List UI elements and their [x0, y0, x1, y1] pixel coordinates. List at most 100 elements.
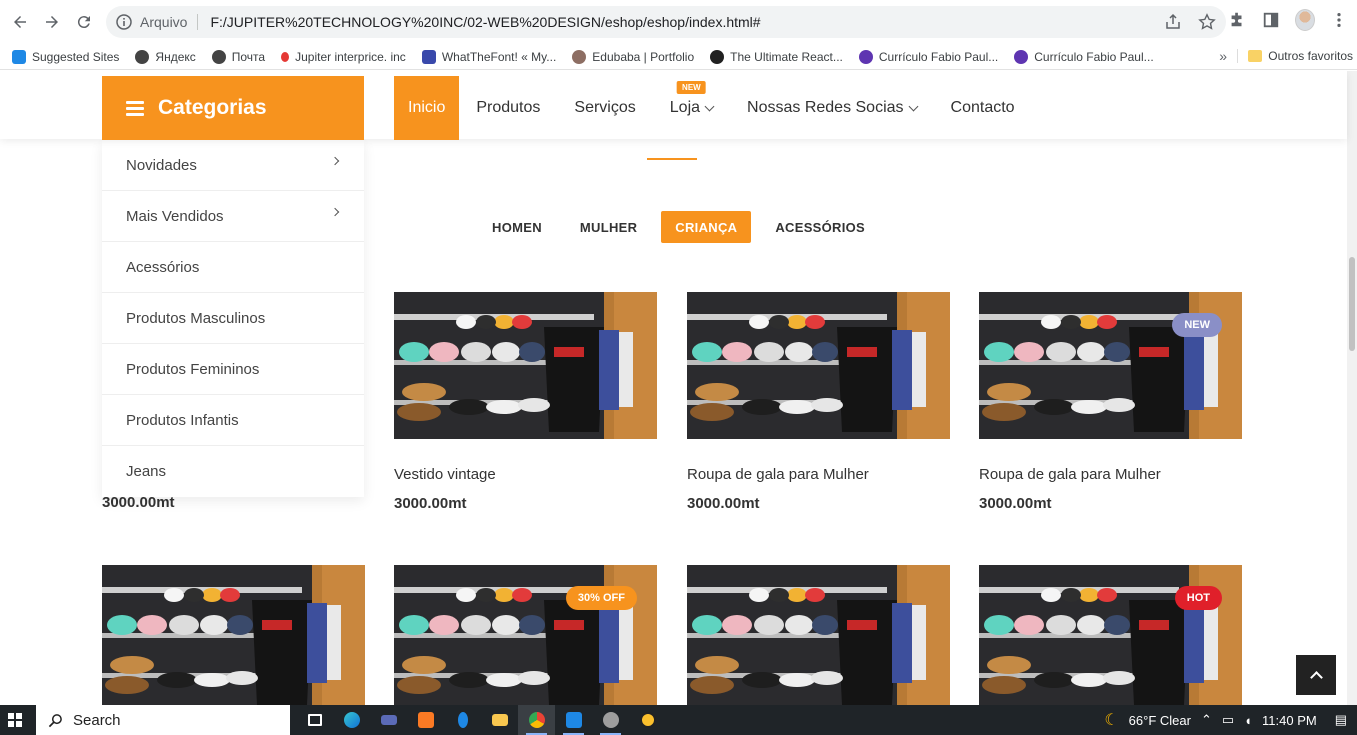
category-sidebar: Novidades Mais Vendidos Acessórios Produ… — [102, 140, 364, 497]
product-image[interactable]: NEW — [979, 292, 1242, 439]
tab-acessorios[interactable]: ACESSÓRIOS — [761, 211, 879, 243]
sidebar-item-femininos[interactable]: Produtos Femininos — [102, 344, 364, 395]
page-scrollbar[interactable] — [1347, 71, 1357, 705]
product-card[interactable]: 30% OFF — [394, 565, 657, 705]
nav-inicio[interactable]: Inicio — [394, 76, 460, 140]
sidebar-item-mais-vendidos[interactable]: Mais Vendidos — [102, 191, 364, 242]
back-icon[interactable] — [4, 6, 36, 38]
product-card[interactable]: Vestido vintage 3000.00mt — [394, 292, 657, 512]
tab-mulher[interactable]: MULHER — [566, 211, 651, 243]
product-card[interactable] — [102, 565, 365, 705]
sidebar-item-infantis[interactable]: Produtos Infantis — [102, 395, 364, 446]
back-to-top-button[interactable] — [1296, 655, 1336, 695]
other-bookmarks[interactable]: Outros favoritos — [1237, 49, 1353, 63]
chevron-up-icon[interactable]: ⌃ — [1201, 712, 1212, 728]
nav-loja[interactable]: NEW Loja — [653, 76, 730, 140]
bluetooth-icon[interactable] — [444, 705, 481, 735]
scrollbar-thumb[interactable] — [1349, 257, 1355, 351]
bookmark[interactable]: Яндекс — [127, 49, 203, 64]
chrome-icon[interactable] — [518, 705, 555, 735]
bookmark[interactable]: The Ultimate React... — [702, 49, 851, 64]
nav-redes-sociais[interactable]: Nossas Redes Socias — [730, 76, 934, 140]
url-text[interactable]: F:/JUPITER%20TECHNOLOGY%20INC/02-WEB%20D… — [210, 14, 760, 30]
product-card[interactable] — [687, 565, 950, 705]
nav-label: Serviços — [574, 99, 636, 116]
product-price: 3000.00mt — [394, 495, 467, 512]
side-panel-icon[interactable] — [1261, 10, 1281, 30]
bookmark[interactable]: Currículo Fabio Paul... — [1006, 49, 1161, 64]
bookmarks-overflow-button[interactable]: » — [1219, 48, 1227, 64]
forward-icon[interactable] — [36, 6, 68, 38]
bookmark-label: Edubaba | Portfolio — [592, 49, 695, 64]
sidebar-item-novidades[interactable]: Novidades — [102, 140, 364, 191]
info-icon[interactable] — [116, 14, 132, 30]
product-name[interactable]: Roupa de gala para Mulher — [979, 466, 1242, 483]
nav-label: Inicio — [408, 99, 446, 116]
menu-dots-icon[interactable] — [1329, 10, 1349, 30]
product-price: 3000.00mt — [687, 495, 760, 512]
sidebar-item-masculinos[interactable]: Produtos Masculinos — [102, 293, 364, 344]
sidebar-item-label: Produtos Femininos — [126, 360, 260, 378]
tab-homen[interactable]: HOMEN — [478, 211, 556, 243]
bookmark[interactable]: WhatTheFont! « My... — [414, 49, 564, 64]
product-card[interactable]: Roupa de gala para Mulher 3000.00mt — [687, 292, 950, 512]
web-page: Categorias Inicio Produtos Serviços NEW … — [0, 71, 1357, 705]
share-icon[interactable] — [1164, 13, 1182, 31]
weather-text[interactable]: 66°F Clear — [1129, 713, 1191, 728]
profile-avatar[interactable] — [1295, 9, 1315, 31]
sidebar-item-label: Produtos Masculinos — [126, 309, 266, 327]
vscode-icon[interactable] — [555, 705, 592, 735]
product-image[interactable] — [102, 565, 365, 705]
moon-icon: ☾ — [1104, 712, 1119, 729]
system-tray: ☾ 66°F Clear ⌃ ▭ ◖ 11:40 PM ▤ — [1104, 705, 1347, 735]
store-shelf-image — [102, 565, 365, 705]
windows-start-button[interactable] — [0, 705, 30, 735]
file-explorer-icon[interactable] — [481, 705, 518, 735]
product-image[interactable]: 30% OFF — [394, 565, 657, 705]
app-icon[interactable] — [629, 705, 666, 735]
clock[interactable]: 11:40 PM — [1262, 713, 1317, 728]
address-bar[interactable]: Arquivo F:/JUPITER%20TECHNOLOGY%20INC/02… — [106, 6, 1226, 38]
edge-icon[interactable] — [333, 705, 370, 735]
xampp-icon[interactable] — [407, 705, 444, 735]
bookmark[interactable]: Почта — [204, 49, 273, 64]
bookmark[interactable]: Currículo Fabio Paul... — [851, 49, 1006, 64]
product-name[interactable]: Roupa de gala para Mulher — [687, 466, 950, 483]
scheme-label: Arquivo — [140, 14, 199, 30]
product-image[interactable] — [687, 565, 950, 705]
star-icon[interactable] — [1198, 13, 1216, 31]
product-image[interactable]: HOT — [979, 565, 1242, 705]
keyboard-icon[interactable] — [370, 705, 407, 735]
sidebar-item-label: Acessórios — [126, 258, 200, 276]
tab-crianca[interactable]: CRIANÇA — [661, 211, 752, 243]
bookmark[interactable]: Edubaba | Portfolio — [564, 49, 702, 64]
nav-label: Produtos — [476, 99, 541, 116]
product-card[interactable]: NEW Roupa de gala para Mulher 3000.00mt — [979, 292, 1242, 512]
taskbar-search[interactable]: Search — [36, 705, 290, 735]
reload-icon[interactable] — [68, 6, 100, 38]
sidebar-item-label: Novidades — [126, 156, 197, 174]
notification-icon[interactable]: ▤ — [1335, 712, 1347, 728]
bookmark[interactable]: Suggested Sites — [0, 49, 127, 64]
nav-contacto[interactable]: Contacto — [934, 76, 1032, 140]
volume-icon[interactable]: ◖ — [1244, 713, 1252, 728]
chevron-down-icon — [908, 101, 918, 111]
product-card[interactable]: HOT — [979, 565, 1242, 705]
hamburger-icon — [126, 100, 144, 116]
network-icon[interactable]: ▭ — [1222, 712, 1234, 728]
game-icon[interactable] — [592, 705, 629, 735]
product-name[interactable]: Vestido vintage — [394, 466, 657, 483]
categories-button[interactable]: Categorias — [102, 76, 364, 140]
sidebar-item-label: Mais Vendidos — [126, 207, 224, 225]
task-view-icon[interactable] — [296, 705, 333, 735]
product-image[interactable] — [687, 292, 950, 439]
bookmark[interactable]: Jupiter interprice. inc — [273, 50, 414, 64]
product-image[interactable] — [394, 292, 657, 439]
nav-servicos[interactable]: Serviços — [557, 76, 652, 140]
bookmark-label: Currículo Fabio Paul... — [878, 49, 999, 64]
smile-icon — [858, 49, 873, 64]
extensions-icon[interactable] — [1227, 10, 1247, 30]
sidebar-item-acessorios[interactable]: Acessórios — [102, 242, 364, 293]
sidebar-item-jeans[interactable]: Jeans — [102, 446, 364, 497]
nav-produtos[interactable]: Produtos — [459, 76, 557, 140]
